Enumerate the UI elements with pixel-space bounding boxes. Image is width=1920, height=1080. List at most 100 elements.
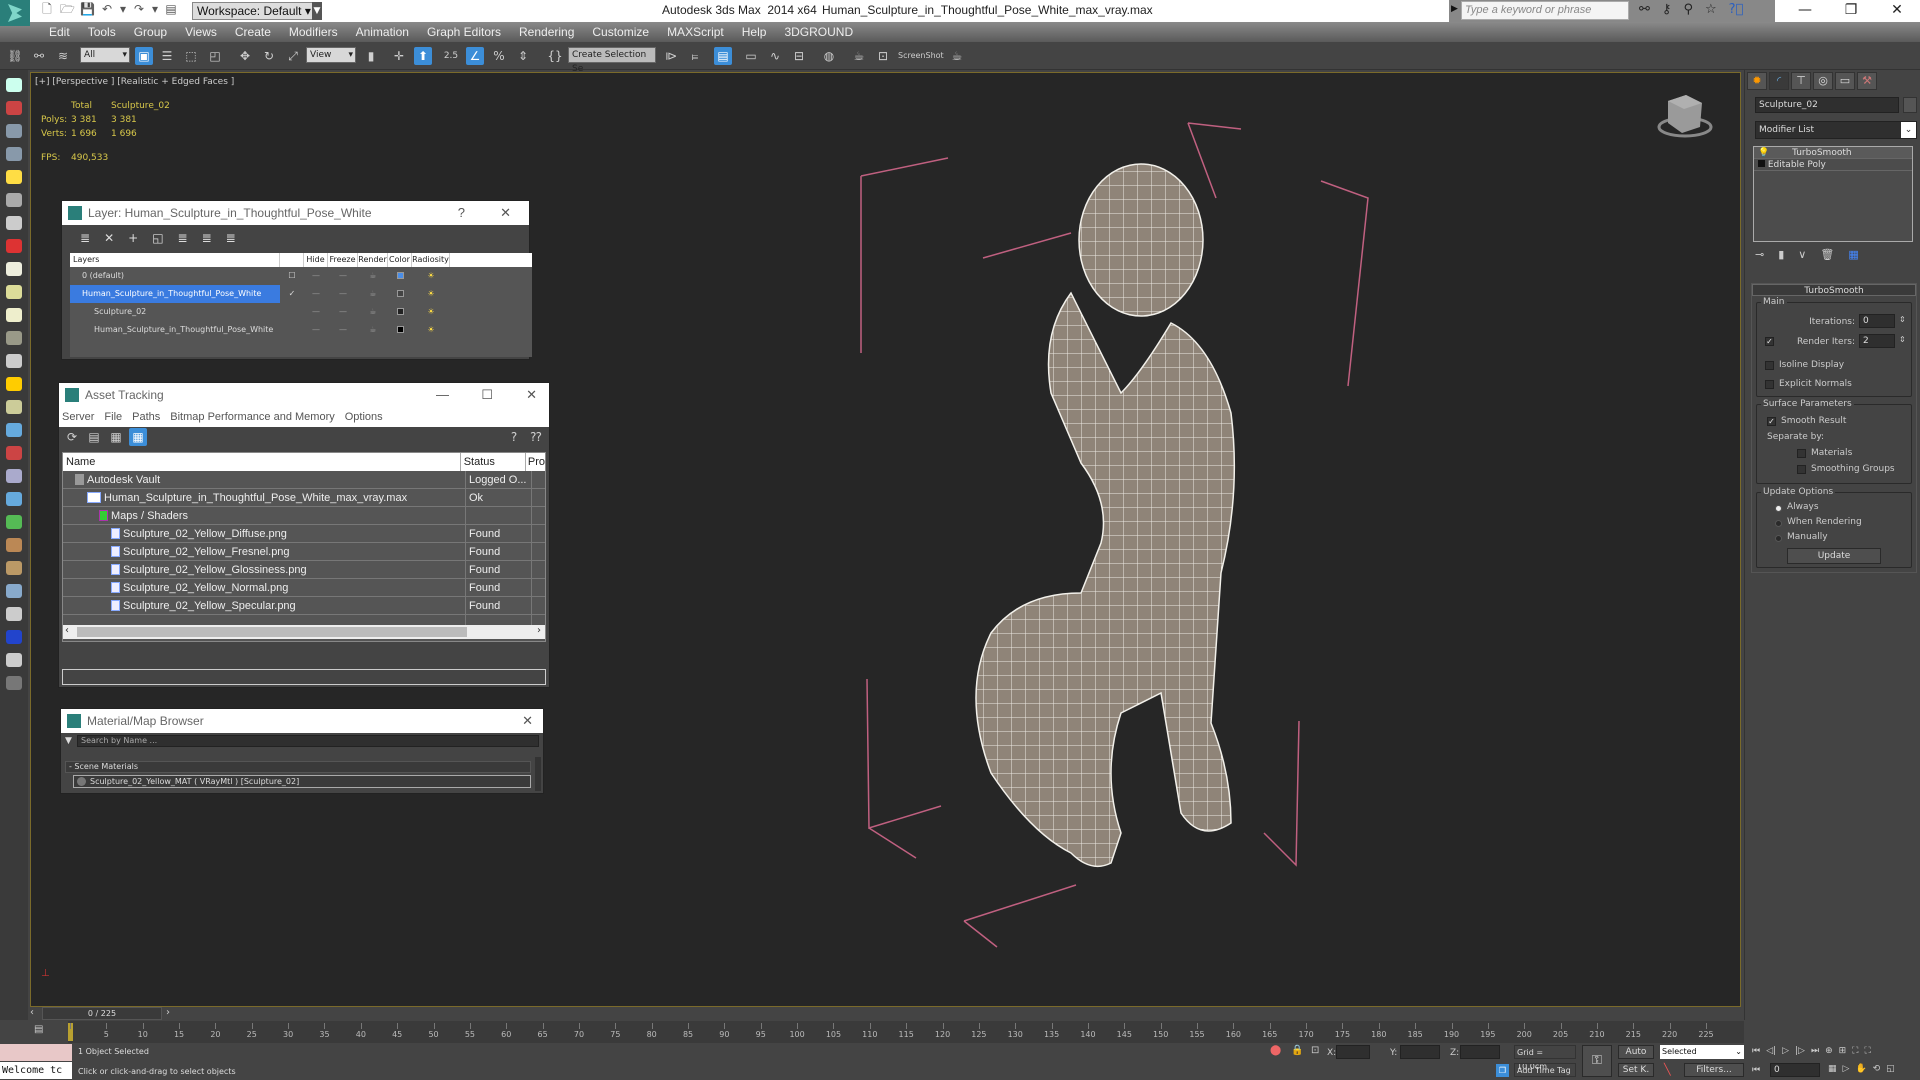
scene-materials-group[interactable]: - Scene Materials — [65, 761, 531, 773]
utilities-tab-icon[interactable]: ⚒ — [1857, 72, 1877, 90]
add-time-tag-button[interactable]: Add Time Tag — [1514, 1063, 1576, 1077]
particles-icon[interactable] — [6, 423, 22, 437]
percent-snap-icon[interactable]: % — [490, 47, 508, 65]
hemisphere-icon[interactable] — [6, 285, 22, 299]
layer-row[interactable]: Human_Sculpture_in_Thoughtful_Pose_White… — [70, 285, 532, 303]
stack-item-editable-poly[interactable]: Editable Poly — [1754, 159, 1912, 171]
asset-row[interactable]: Human_Sculpture_in_Thoughtful_Pose_White… — [63, 489, 545, 507]
isolate-selection-icon[interactable]: ⬤ — [1270, 1045, 1281, 1056]
redo-icon[interactable]: ↷ — [132, 2, 146, 16]
cone-icon[interactable] — [6, 354, 22, 368]
maxscript-listener-mini[interactable] — [0, 1044, 72, 1061]
refresh-icon[interactable]: ⟳ — [63, 428, 81, 446]
time-configuration-icon[interactable]: ▦ — [1828, 1064, 1837, 1074]
materials-checkbox[interactable] — [1797, 449, 1806, 458]
layer-col-hide[interactable]: Hide — [304, 253, 328, 267]
menu-tools[interactable]: Tools — [79, 24, 125, 40]
undo-icon[interactable]: ↶ — [100, 2, 114, 16]
add-to-layer-icon[interactable]: + — [128, 231, 138, 245]
when-rendering-radio[interactable] — [1775, 520, 1782, 527]
current-layer-check-icon[interactable]: ✓ — [280, 285, 304, 303]
render-toggle[interactable]: ☕ — [358, 303, 388, 321]
star-icon[interactable]: ☆ — [1705, 2, 1717, 17]
maximize-button[interactable]: ☐ — [481, 383, 493, 407]
render-iters-spinner[interactable]: 2 — [1859, 334, 1895, 348]
grass-icon[interactable] — [6, 515, 22, 529]
minimize-button[interactable]: — — [436, 383, 449, 407]
col-proxy[interactable]: Pro — [526, 453, 545, 471]
teapot-object-icon[interactable] — [6, 331, 22, 345]
previous-key-icon[interactable]: ◁| — [1766, 1046, 1776, 1056]
close-button[interactable]: ✕ — [522, 709, 533, 733]
move-icon[interactable]: ✥ — [236, 47, 254, 65]
update-button[interactable]: Update — [1787, 548, 1881, 564]
new-file-icon[interactable]: 🗋 — [40, 2, 54, 16]
create-layer-icon[interactable]: ≣ — [80, 231, 90, 245]
layer-col-radiosity[interactable]: Radiosity — [412, 253, 450, 267]
iterations-spinner[interactable]: 0 — [1859, 314, 1895, 328]
window-crossing-icon[interactable]: ◰ — [206, 47, 224, 65]
align-icon[interactable]: ⫢ — [686, 47, 704, 65]
motion-tab-icon[interactable]: ◎ — [1813, 72, 1833, 90]
radiosity-icon[interactable]: ☀ — [412, 321, 450, 339]
help-icon[interactable]: ? — [505, 428, 523, 446]
render-icon[interactable] — [6, 607, 22, 621]
menu-help[interactable]: Help — [733, 24, 776, 40]
layer-manager-icon[interactable]: ▤ — [714, 47, 732, 65]
configure-modifier-sets-icon[interactable]: ▦ — [1848, 248, 1858, 261]
table-icon[interactable] — [6, 147, 22, 161]
pan-view-icon[interactable]: ✋ — [1855, 1064, 1866, 1074]
zoom-icon[interactable]: ⊕ — [1825, 1046, 1833, 1056]
hide-toggle[interactable]: — — [304, 267, 328, 285]
auto-key-button[interactable]: Auto — [1618, 1045, 1654, 1059]
menu-animation[interactable]: Animation — [347, 24, 418, 40]
key-icon[interactable]: ⚷ — [1662, 2, 1672, 17]
menu-edit[interactable]: Edit — [40, 24, 79, 40]
horizontal-scrollbar[interactable]: ‹ › — [63, 625, 545, 639]
snaps-toggle-icon[interactable]: 2.5 — [442, 47, 460, 65]
hide-toggle[interactable]: — — [304, 303, 328, 321]
scale-icon[interactable]: ⤢ — [284, 47, 302, 65]
sun-icon[interactable] — [6, 377, 22, 391]
set-key-mode-button[interactable]: ⚿ — [1582, 1045, 1612, 1077]
link-icon[interactable]: ⛓ — [6, 47, 24, 65]
asset-menu-paths[interactable]: Paths — [132, 407, 160, 427]
close-button[interactable]: ✕ — [500, 201, 511, 225]
select-object-icon[interactable]: ▣ — [135, 47, 153, 65]
layer-color-swatch[interactable] — [396, 326, 404, 333]
binoculars-icon[interactable]: ⚯ — [1639, 2, 1650, 17]
molecule-icon[interactable] — [6, 446, 22, 460]
material-item[interactable]: Sculpture_02_Yellow_MAT ( VRayMtl ) [Scu… — [73, 775, 531, 788]
highlight-selected-icon[interactable]: ≣ — [178, 231, 188, 245]
render-frame-icon[interactable] — [6, 101, 22, 115]
workspace-dropdown-icon[interactable]: ▼ — [312, 2, 322, 20]
layer-color-swatch[interactable] — [396, 308, 404, 315]
next-key-icon[interactable]: |▷ — [1795, 1046, 1805, 1056]
next-frame-button[interactable]: › — [166, 1007, 170, 1018]
layer-col-freeze[interactable]: Freeze — [328, 253, 358, 267]
zoom-extents-all-icon[interactable]: ⛶ — [1864, 1046, 1870, 1056]
pin-stack-icon[interactable]: ⊸ — [1755, 248, 1764, 261]
cloud-icon[interactable] — [6, 492, 22, 506]
isoline-display-checkbox[interactable] — [1765, 361, 1774, 370]
render-toggle[interactable]: ☕ — [358, 285, 388, 303]
menu-views[interactable]: Views — [176, 24, 226, 40]
layer-name[interactable]: Human_Sculpture_in_Thoughtful_Pose_White — [70, 285, 280, 303]
hide-all-icon[interactable]: ≣ — [202, 231, 212, 245]
options-dropdown-icon[interactable]: ▼ — [65, 736, 72, 746]
bind-spacewarp-icon[interactable]: ≋ — [54, 47, 72, 65]
asset-row[interactable]: Autodesk Vault Logged O... — [63, 471, 545, 489]
explicit-normals-checkbox[interactable] — [1765, 380, 1774, 389]
open-file-icon[interactable]: 🗁 — [60, 2, 75, 16]
menu-modifiers[interactable]: Modifiers — [280, 24, 347, 40]
track-bar[interactable]: 5 10 15 20 25 30 35 40 45 50 55 60 65 70 75 80 85 90 95 100… — [68, 1021, 1744, 1043]
modifier-list-select[interactable]: Modifier List ⌄ — [1755, 121, 1917, 139]
material-browser-titlebar[interactable]: Material/Map Browser ✕ — [61, 709, 543, 733]
keyboard-shortcut-override-icon[interactable]: ⬆ — [414, 47, 432, 65]
hide-toggle[interactable]: — — [304, 321, 328, 339]
mini-curve-editor-icon[interactable]: ▤ — [34, 1024, 43, 1035]
schematic-icon[interactable] — [6, 124, 22, 138]
close-button[interactable]: ✕ — [1874, 0, 1920, 22]
go-to-end-icon[interactable]: ⏭ — [1811, 1046, 1819, 1056]
layer-col-color[interactable]: Color — [388, 253, 412, 267]
